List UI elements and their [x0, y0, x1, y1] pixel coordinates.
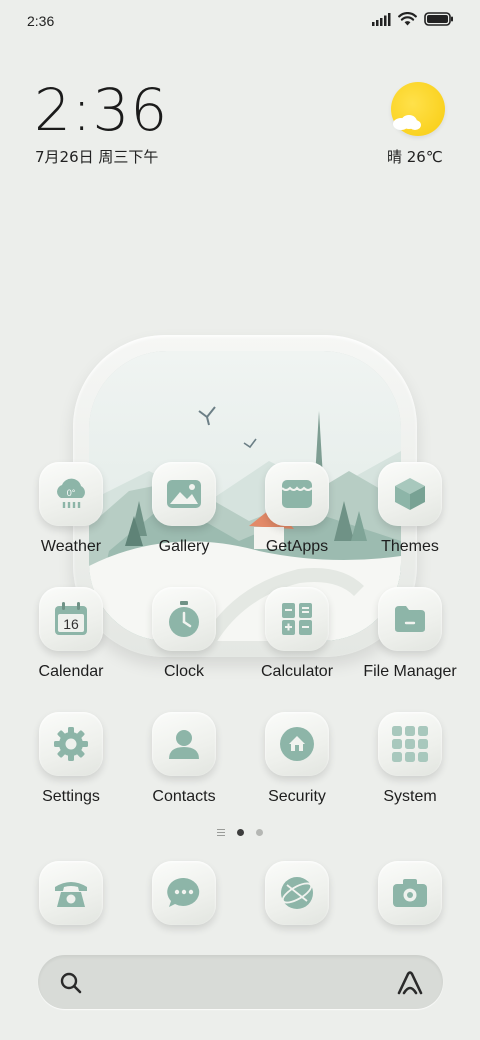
app-clock[interactable]: Clock [129, 587, 239, 697]
search-icon[interactable] [59, 971, 83, 995]
browser-app-tile[interactable] [265, 861, 329, 925]
app-label: System [383, 788, 437, 805]
weather-app-badge: 0° [67, 488, 76, 498]
app-folder-icon [392, 726, 428, 762]
app-settings[interactable]: Settings [16, 712, 126, 822]
app-label: File Manager [363, 663, 457, 680]
dock-messages[interactable] [152, 861, 216, 925]
store-icon [281, 480, 313, 508]
app-label: Calculator [260, 663, 334, 680]
gear-icon [54, 727, 88, 761]
themes-app-tile[interactable] [378, 462, 442, 526]
settings-app-tile[interactable] [39, 712, 103, 776]
message-icon [167, 877, 200, 907]
app-label: Contacts [152, 788, 216, 805]
app-label: Themes [381, 538, 439, 555]
calculator-app-tile[interactable] [265, 587, 329, 651]
phone-icon [55, 882, 87, 907]
weather-widget-text: 晴 26℃ [387, 148, 443, 166]
stopwatch-icon [169, 601, 199, 637]
contacts-app-tile[interactable] [152, 712, 216, 776]
messages-app-tile[interactable] [152, 861, 216, 925]
clock-widget-time[interactable]: 2:36 [34, 78, 168, 142]
clock-app-tile[interactable] [152, 587, 216, 651]
calendar-icon: 16 [55, 602, 87, 635]
signal-icon [372, 12, 391, 26]
app-label: Security [268, 788, 326, 805]
browser-icon [281, 877, 313, 909]
status-bar: 2:36 [0, 0, 480, 44]
page-indicator[interactable] [0, 829, 480, 836]
feed-page-indicator-icon[interactable] [217, 829, 225, 836]
getapps-app-tile[interactable] [265, 462, 329, 526]
clock-widget-date: 7月26日 周三下午 [35, 148, 159, 166]
app-label: Calendar [38, 663, 104, 680]
page-dot-active[interactable] [237, 829, 244, 836]
wifi-icon [398, 12, 417, 26]
camera-app-tile[interactable] [378, 861, 442, 925]
phone-app-tile[interactable] [39, 861, 103, 925]
app-label: Weather [40, 538, 102, 555]
search-bar[interactable] [38, 955, 443, 1009]
dock-phone[interactable] [39, 861, 103, 925]
shield-home-icon [280, 727, 314, 761]
dock-camera[interactable] [378, 861, 442, 925]
calendar-day: 16 [63, 616, 79, 632]
calendar-app-tile[interactable]: 16 [39, 587, 103, 651]
app-file-manager[interactable]: File Manager [355, 587, 465, 697]
cloud-rain-icon: 0° [57, 478, 85, 508]
battery-icon [424, 12, 453, 26]
folder-icon [395, 606, 425, 632]
person-icon [169, 730, 199, 759]
assistant-icon[interactable] [396, 970, 424, 996]
app-label: GetApps [265, 538, 329, 555]
cube-icon [395, 478, 425, 510]
app-label: Gallery [158, 538, 210, 555]
weather-app-tile[interactable]: 0° [39, 462, 103, 526]
gallery-app-tile[interactable] [152, 462, 216, 526]
system-folder-tile[interactable] [378, 712, 442, 776]
app-themes[interactable]: Themes [355, 462, 465, 572]
app-contacts[interactable]: Contacts [129, 712, 239, 822]
status-time: 2:36 [27, 13, 55, 29]
status-icons [372, 12, 454, 26]
app-gallery[interactable]: Gallery [129, 462, 239, 572]
camera-icon [393, 879, 427, 907]
app-security[interactable]: Security [242, 712, 352, 822]
app-weather[interactable]: 0° Weather [16, 462, 126, 572]
dock-browser[interactable] [265, 861, 329, 925]
app-calculator[interactable]: Calculator [242, 587, 352, 697]
app-label: Settings [42, 788, 100, 805]
app-system[interactable]: System [355, 712, 465, 822]
security-app-tile[interactable] [265, 712, 329, 776]
app-getapps[interactable]: GetApps [242, 462, 352, 572]
cloud-icon [393, 115, 421, 130]
file-manager-app-tile[interactable] [378, 587, 442, 651]
app-label: Clock [163, 663, 204, 680]
calculator-icon [282, 603, 312, 635]
image-icon [167, 480, 201, 508]
app-calendar[interactable]: 16 Calendar [16, 587, 126, 697]
page-dot[interactable] [256, 829, 263, 836]
